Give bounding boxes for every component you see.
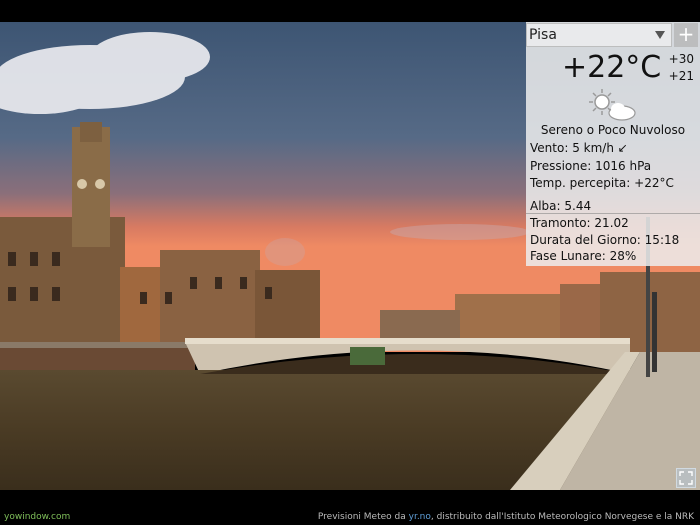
day-length-label: Durata del Giorno: (530, 233, 641, 247)
city-dropdown[interactable]: Pisa (526, 23, 672, 47)
credit-suffix: , distribuito dall'Istituto Meteorologic… (430, 512, 694, 522)
expand-icon (679, 471, 693, 485)
brand-link[interactable]: yowindow.com (4, 512, 70, 522)
wind-row: Vento: 5 km/h ↙ (530, 141, 628, 155)
high-temperature: +30 (668, 52, 694, 66)
partly-cloudy-icon (588, 88, 638, 126)
moon-phase-row: Fase Lunare: 28% (530, 249, 636, 263)
condition-text: Sereno o Poco Nuvoloso (540, 123, 686, 137)
city-name: Pisa (529, 27, 557, 43)
yr-link[interactable]: yr.no (409, 512, 431, 522)
divider (526, 213, 700, 214)
current-temperature: +22°C (562, 50, 662, 85)
add-city-button[interactable]: + (674, 23, 698, 47)
feels-like-value: +22°C (634, 176, 674, 190)
pressure-label: Pressione: (530, 159, 592, 173)
credit-text: Previsioni Meteo da yr.no, distribuito d… (318, 512, 694, 522)
city-selector-row: Pisa + (526, 22, 700, 48)
sunset-row: Tramonto: 21.02 (530, 216, 629, 230)
pressure-row: Pressione: 1016 hPa (530, 159, 651, 173)
sunset-value: 21.02 (594, 216, 629, 230)
sunrise-row: Alba: 5.44 (530, 199, 591, 213)
day-length-row: Durata del Giorno: 15:18 (530, 233, 679, 247)
moon-phase-label: Fase Lunare: (530, 249, 606, 263)
moon-phase-value: 28% (609, 249, 637, 263)
fullscreen-button[interactable] (676, 468, 696, 488)
sunset-label: Tramonto: (530, 216, 591, 230)
pressure-value: 1016 hPa (595, 159, 652, 173)
wind-value: 5 km/h (572, 141, 614, 155)
feels-like-label: Temp. percepita: (530, 176, 631, 190)
chevron-down-icon[interactable] (655, 31, 665, 39)
credit-prefix: Previsioni Meteo da (317, 512, 409, 522)
feels-like-row: Temp. percepita: +22°C (530, 176, 674, 190)
wind-direction-icon: ↙ (617, 141, 628, 155)
sunrise-value: 5.44 (564, 199, 592, 213)
low-temperature: +21 (668, 69, 694, 83)
day-length-value: 15:18 (644, 233, 680, 247)
wind-label: Vento: (530, 141, 569, 155)
sunrise-label: Alba: (530, 199, 561, 213)
weather-panel: Pisa + +22°C +30 +21 Sereno o Poco Nuvol… (526, 22, 700, 266)
